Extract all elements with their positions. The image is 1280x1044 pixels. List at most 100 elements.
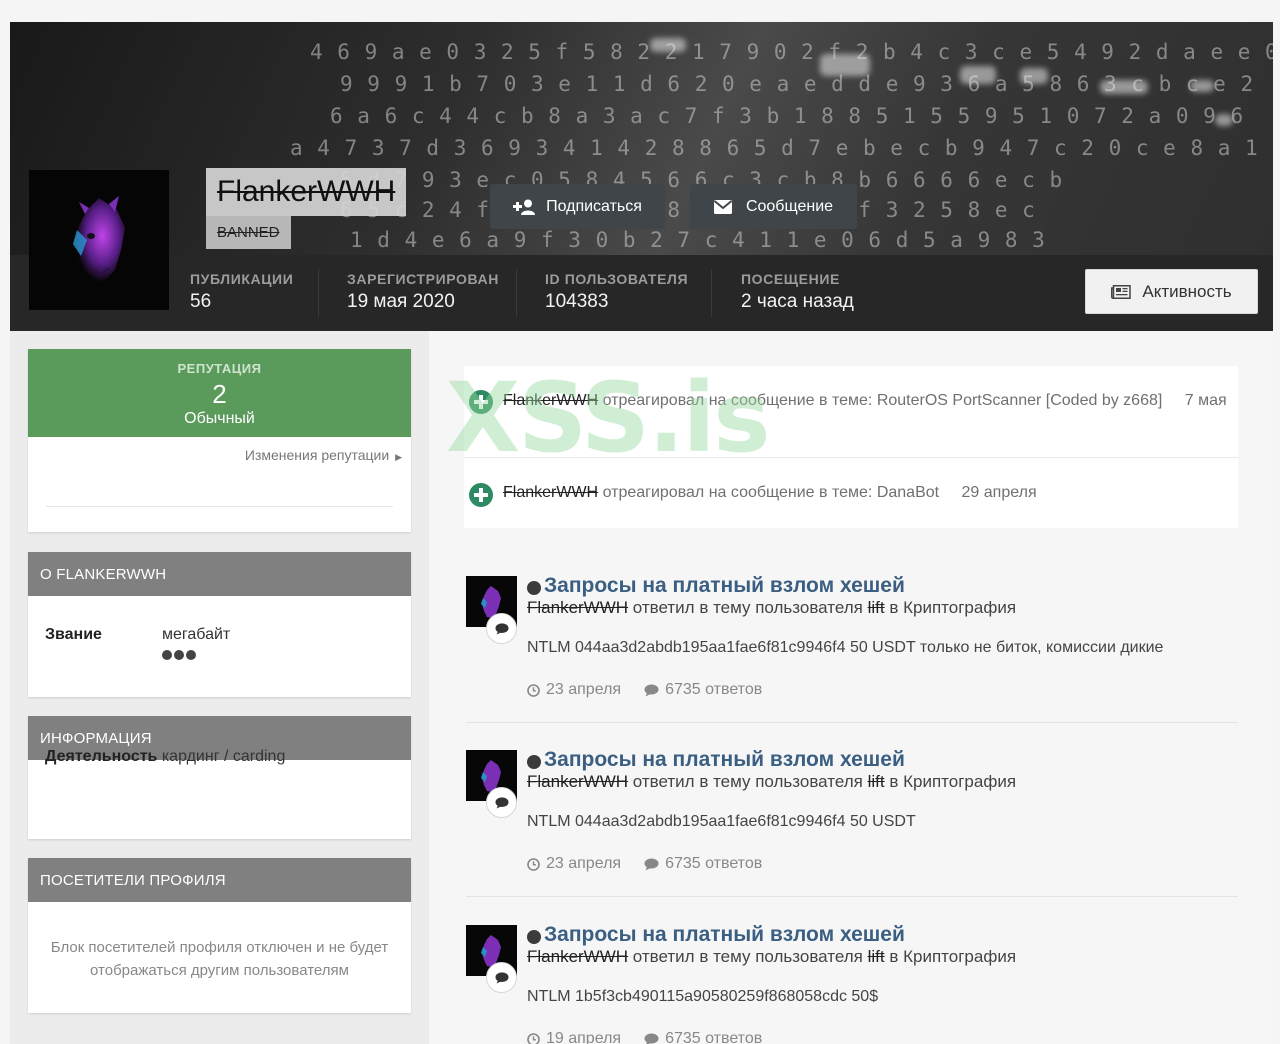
banned-label: BANNED bbox=[217, 224, 280, 241]
post-meta-in: в bbox=[889, 598, 899, 617]
reaction-topic-link[interactable]: DanaBot bbox=[877, 484, 939, 501]
post-date-text: 23 апреля bbox=[546, 681, 622, 698]
post-meta: FlankerWWH ответил в тему пользователя l… bbox=[527, 598, 1016, 618]
rank-value: мегабайт bbox=[162, 626, 231, 643]
post-snippet: NTLM 044aa3d2abdb195aa1fae6f81c9946f4 50… bbox=[527, 813, 916, 830]
stat-label: ПОСЕЩЕНИЕ bbox=[741, 271, 840, 287]
post-replies: 6735 ответов bbox=[644, 1030, 762, 1044]
cover-code-line: 1 d 4 e 6 a 9 f 3 0 b 2 7 c 4 1 1 e 0 6 … bbox=[350, 228, 1046, 252]
follow-button[interactable]: Подписаться bbox=[490, 184, 665, 229]
comment-icon bbox=[644, 858, 659, 870]
profile-username-box: FlankerWWH bbox=[206, 168, 407, 216]
unread-dot-icon bbox=[527, 755, 541, 769]
post-type-badge bbox=[486, 787, 517, 818]
unread-dot-icon bbox=[527, 581, 541, 595]
cover-glow bbox=[1190, 80, 1214, 92]
about-card: О FLANKERWWH Звание мегабайт bbox=[28, 552, 411, 697]
topic-owner-link[interactable]: lift bbox=[868, 947, 885, 966]
follow-button-label: Подписаться bbox=[546, 197, 642, 215]
activity-info-row: Деятельность кардинг / carding bbox=[45, 748, 285, 766]
topic-owner-link[interactable]: lift bbox=[868, 772, 885, 791]
stat-label: ЗАРЕГИСТРИРОВАН bbox=[347, 271, 499, 287]
reaction-action-text: отреагировал на сообщение в теме: bbox=[602, 484, 873, 501]
cover-code-line: a 4 7 3 7 d 3 6 9 3 4 1 4 2 8 8 6 5 d 7 … bbox=[290, 136, 1273, 160]
reaction-topic-link[interactable]: RouterOS PortScanner [Coded by z668] bbox=[877, 392, 1163, 409]
rank-pip bbox=[162, 650, 172, 660]
cover-glow bbox=[1100, 80, 1148, 94]
post-title-link[interactable]: Запросы на платный взлом хешей bbox=[527, 923, 905, 947]
user-plus-icon bbox=[513, 199, 536, 215]
stat-label: ID ПОЛЬЗОВАТЕЛЯ bbox=[545, 271, 689, 287]
forum-link[interactable]: Криптография bbox=[903, 947, 1016, 966]
cover-code-line: 6 a 6 c 4 4 c b 8 a 3 a c 7 f 3 b 1 8 8 … bbox=[330, 104, 1245, 128]
unread-dot-icon bbox=[527, 930, 541, 944]
reaction-user-link[interactable]: FlankerWWH bbox=[503, 484, 598, 501]
stat-user-id: ID ПОЛЬЗОВАТЕЛЯ 104383 bbox=[545, 255, 688, 331]
comment-icon bbox=[495, 796, 508, 808]
reaction-divider bbox=[464, 457, 1238, 458]
activity-button[interactable]: Активность bbox=[1085, 269, 1258, 314]
topic-owner-link[interactable]: lift bbox=[868, 598, 885, 617]
about-card-header: О FLANKERWWH bbox=[28, 552, 411, 596]
comment-icon bbox=[495, 622, 508, 634]
cover-glow bbox=[1215, 114, 1233, 126]
post-date-text: 23 апреля bbox=[546, 855, 622, 872]
profile-container: 4 6 9 a e 0 3 2 5 f 5 8 2 2 1 7 9 0 2 f … bbox=[10, 22, 1273, 1044]
message-button-label: Сообщение bbox=[745, 197, 834, 215]
profile-sidebar: РЕПУТАЦИЯ 2 Обычный Изменения репутации … bbox=[10, 331, 429, 1044]
stat-value: 19 мая 2020 bbox=[347, 291, 455, 312]
post-meta: FlankerWWH ответил в тему пользователя l… bbox=[527, 947, 1016, 967]
post-replies: 6735 ответов bbox=[644, 681, 762, 699]
cover-code-line: 6 5 c 2 4 f 9 e 6 9 1 0 8 e 9 d 0 1 2 f … bbox=[340, 198, 1036, 222]
rank-pip bbox=[174, 650, 184, 660]
post-replies-text: 6735 ответов bbox=[665, 1030, 763, 1044]
profile-username: FlankerWWH bbox=[217, 175, 396, 208]
rank-pips bbox=[162, 650, 196, 660]
reputation-changes-label: Изменения репутации bbox=[244, 447, 390, 463]
plus-circle-icon bbox=[469, 390, 493, 414]
banned-badge: BANNED bbox=[206, 216, 291, 249]
cover-glow bbox=[650, 38, 686, 52]
profile-avatar[interactable] bbox=[29, 170, 169, 310]
reputation-title: Обычный bbox=[184, 410, 255, 427]
card-divider bbox=[46, 506, 393, 507]
post-date: 23 апреля bbox=[527, 681, 621, 699]
reaction-action-text: отреагировал на сообщение в теме: bbox=[602, 392, 873, 409]
comment-icon bbox=[495, 971, 508, 983]
cover-glow bbox=[960, 66, 996, 84]
post-replies-text: 6735 ответов bbox=[665, 681, 763, 698]
stat-divider bbox=[711, 269, 712, 317]
groot-avatar-image bbox=[29, 170, 169, 310]
message-button[interactable]: Сообщение bbox=[690, 184, 857, 229]
post-author-link[interactable]: FlankerWWH bbox=[527, 772, 628, 791]
stat-value: 104383 bbox=[545, 291, 609, 312]
post-author-link[interactable]: FlankerWWH bbox=[527, 598, 628, 617]
post-title-text: Запросы на платный взлом хешей bbox=[544, 923, 905, 946]
forum-link[interactable]: Криптография bbox=[903, 598, 1016, 617]
stat-registered: ЗАРЕГИСТРИРОВАН 19 мая 2020 bbox=[347, 255, 499, 331]
activity-button-label: Активность bbox=[1142, 281, 1232, 301]
post-title-link[interactable]: Запросы на платный взлом хешей bbox=[527, 574, 905, 598]
post-meta-text: ответил в тему пользователя bbox=[632, 947, 863, 966]
activity-feed: FlankerWWH отреагировал на сообщение в т… bbox=[429, 331, 1273, 1044]
profile-stats-bar: ПУБЛИКАЦИИ 56 ЗАРЕГИСТРИРОВАН 19 мая 202… bbox=[10, 255, 1273, 331]
reputation-label: РЕПУТАЦИЯ bbox=[177, 361, 262, 376]
reaction-user-link[interactable]: FlankerWWH bbox=[503, 392, 598, 409]
post-footer: 23 апреля 6735 ответов bbox=[527, 855, 762, 873]
post-title-link[interactable]: Запросы на платный взлом хешей bbox=[527, 748, 905, 772]
cover-glow bbox=[1020, 68, 1048, 84]
reputation-value: 2 bbox=[212, 379, 227, 409]
post-snippet: NTLM 044aa3d2abdb195aa1fae6f81c9946f4 50… bbox=[527, 639, 1164, 656]
post-title-text: Запросы на платный взлом хешей bbox=[544, 574, 905, 597]
reputation-changes-link[interactable]: Изменения репутации ▶ bbox=[245, 447, 402, 463]
stat-posts: ПУБЛИКАЦИИ 56 bbox=[190, 255, 293, 331]
post-title-text: Запросы на платный взлом хешей bbox=[544, 748, 905, 771]
clock-icon bbox=[527, 1032, 540, 1044]
post-divider bbox=[466, 722, 1238, 723]
post-meta-text: ответил в тему пользователя bbox=[632, 772, 863, 791]
visitors-disabled-message: Блок посетителей профиля отключен и не б… bbox=[50, 939, 389, 979]
stat-divider bbox=[318, 269, 319, 317]
stat-value: 56 bbox=[190, 291, 212, 312]
post-author-link[interactable]: FlankerWWH bbox=[527, 947, 628, 966]
forum-link[interactable]: Криптография bbox=[903, 772, 1016, 791]
